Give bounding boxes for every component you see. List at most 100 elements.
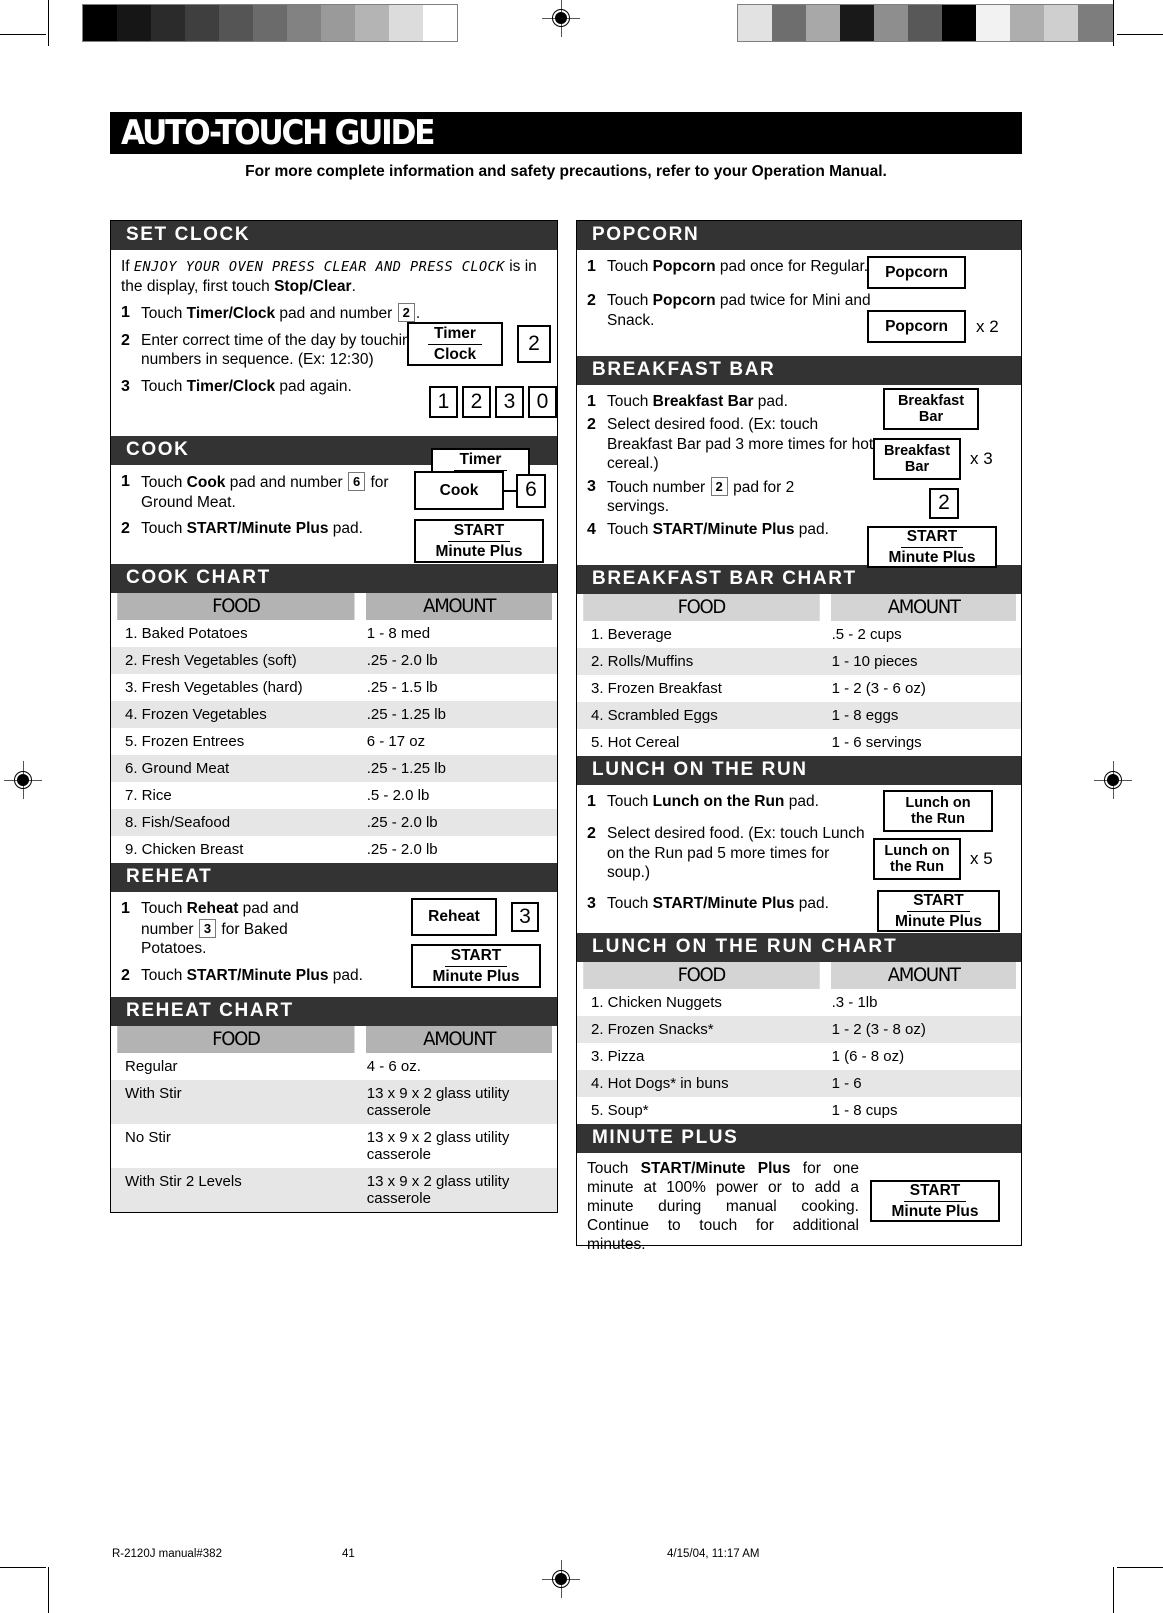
cell-food: No Stir: [125, 1129, 171, 1146]
cell-amount: 4 - 6 oz.: [366, 1058, 421, 1075]
pad-number-2[interactable]: 2: [517, 325, 551, 363]
step-text: Touch START/Minute Plus pad.: [607, 520, 829, 538]
column-header-amount: AMOUNT: [830, 594, 1017, 621]
page-title: AUTO-TOUCH GUIDE: [121, 113, 435, 153]
step-number: 2: [587, 416, 596, 434]
pad-lunch-on-the-run[interactable]: Lunch on the Run: [873, 838, 961, 880]
pad-start-minute-plus[interactable]: START Minute Plus: [870, 1180, 1000, 1222]
cell-food: 1. Chicken Nuggets: [591, 994, 722, 1011]
cell-amount: 6 - 17 oz: [366, 733, 426, 750]
table-row: With Stir 13 x 9 x 2 glass utility casser…: [111, 1080, 557, 1124]
intro-suffix-b: .: [351, 277, 356, 295]
column-header-amount: AMOUNT: [365, 1026, 553, 1053]
table-row: 5. Hot Cereal 1 - 6 servings: [577, 729, 1021, 756]
cell-food: 1. Beverage: [591, 626, 672, 643]
intro-prefix: If: [121, 258, 134, 275]
step-text: Touch START/Minute Plus pad.: [141, 520, 363, 538]
lunch-chart-body: 1. Chicken Nuggets .3 - 1lb 2. Frozen Snac…: [577, 989, 1021, 1124]
pad-start-minute-plus[interactable]: START Minute Plus: [877, 890, 1000, 932]
pad-number-3[interactable]: 3: [495, 386, 524, 418]
cell-amount: 1 (6 - 8 oz): [831, 1048, 905, 1065]
step-number: 3: [587, 477, 596, 495]
pad-start-minute-plus[interactable]: START Minute Plus: [867, 526, 997, 568]
pad-group-start-minute-plus: START Minute Plus: [877, 890, 1000, 932]
pad-start-minute-plus[interactable]: START Minute Plus: [411, 944, 541, 988]
table-row: 1. Baked Potatoes 1 - 8 med: [111, 620, 557, 647]
pad-number-0[interactable]: 0: [528, 386, 557, 418]
column-header-amount: AMOUNT: [830, 962, 1017, 989]
cell-amount: 1 - 8 eggs: [831, 707, 899, 724]
section-header-breakfast-bar-chart: BREAKFAST BAR CHART: [577, 565, 1021, 594]
table-row: 6. Ground Meat .25 - 1.25 lb: [111, 755, 557, 782]
cell-amount: .25 - 1.25 lb: [366, 760, 446, 777]
cell-amount: 1 - 2 (3 - 6 oz): [831, 680, 926, 697]
step-number: 2: [587, 292, 596, 310]
footer-filename: R-2120J manual#382: [112, 1548, 222, 1560]
pad-number-6[interactable]: 6: [516, 473, 546, 508]
step-text: Select desired food. (Ex: touch Breakfas…: [607, 416, 874, 473]
lcd-display-text: ENJOY YOUR OVEN PRESS CLEAR AND PRESS CL…: [133, 259, 505, 275]
pad-reheat[interactable]: Reheat: [411, 898, 497, 936]
breakfast-bar-chart-table: FOOD AMOUNT 1. Beverage .5 - 2 cups 2. Rol…: [577, 594, 1021, 756]
pad-number-2[interactable]: 2: [462, 386, 491, 418]
section-header-reheat: REHEAT: [111, 863, 557, 892]
pad-number-2[interactable]: 2: [929, 488, 959, 519]
step-number: 1: [121, 900, 130, 917]
step-text: Touch Timer/Clock pad again.: [141, 377, 352, 395]
step-number: 1: [587, 793, 596, 810]
step-number: 3: [587, 894, 596, 912]
table-row: 2. Rolls/Muffins 1 - 10 pieces: [577, 648, 1021, 675]
number-key-3: 3: [198, 918, 217, 938]
reheat-chart-table: FOOD AMOUNT Regular 4 - 6 oz. With Stir 13 …: [111, 1026, 557, 1212]
table-row: 8. Fish/Seafood .25 - 2.0 lb: [111, 809, 557, 836]
table-row: 4. Frozen Vegetables .25 - 1.25 lb: [111, 701, 557, 728]
cell-amount: 1 - 8 cups: [831, 1102, 898, 1119]
cell-food: 1. Baked Potatoes: [125, 625, 248, 642]
pad-breakfast-bar[interactable]: Breakfast Bar: [883, 388, 979, 430]
table-row: 2. Fresh Vegetables (soft) .25 - 2.0 lb: [111, 647, 557, 674]
pad-start-minute-plus[interactable]: START Minute Plus: [414, 519, 544, 563]
pad-popcorn[interactable]: Popcorn: [867, 310, 966, 343]
table-header-row: FOOD AMOUNT: [577, 962, 1021, 989]
footer-page-number: 41: [342, 1548, 355, 1560]
table-row: 9. Chicken Breast .25 - 2.0 lb: [111, 836, 557, 863]
cell-amount: 1 - 2 (3 - 8 oz): [831, 1021, 926, 1038]
pad-group-lunch-2: Lunch on the Run x 5: [873, 838, 993, 880]
minute-plus-description: Touch START/Minute Plus for one minute a…: [587, 1160, 860, 1253]
pad-timer-clock[interactable]: Timer Clock: [407, 322, 503, 366]
table-header-row: FOOD AMOUNT: [577, 594, 1021, 621]
pad-lunch-on-the-run[interactable]: Lunch on the Run: [883, 790, 993, 832]
step-text: Touch START/Minute Plus pad.: [141, 966, 363, 984]
section-header-popcorn: POPCORN: [577, 221, 1021, 250]
cell-food: 5. Frozen Entrees: [125, 733, 245, 750]
cell-amount: .25 - 1.5 lb: [366, 679, 438, 696]
pad-group-breakfast-bar-1: Breakfast Bar: [883, 388, 979, 430]
page-subtitle: For more complete information and safety…: [245, 163, 887, 180]
cell-amount: 1 - 6: [831, 1075, 862, 1092]
cell-food: With Stir: [125, 1085, 182, 1102]
cell-food: 5. Hot Cereal: [591, 734, 680, 751]
pad-group-minute-plus: START Minute Plus: [870, 1180, 1000, 1222]
pad-popcorn[interactable]: Popcorn: [867, 256, 966, 289]
section-body-cook: 1 Touch Cook pad and number 6 for Ground…: [111, 465, 557, 564]
column-header-food: FOOD: [583, 594, 820, 621]
pad-number-3[interactable]: 3: [511, 902, 539, 932]
cell-amount: .5 - 2.0 lb: [366, 787, 430, 804]
cell-food: 2. Fresh Vegetables (soft): [125, 652, 297, 669]
cell-food: 3. Fresh Vegetables (hard): [125, 679, 303, 696]
pad-group-breakfast-bar-number: 2: [929, 488, 959, 519]
right-column: POPCORN 1 Touch Popcorn pad once for Reg…: [576, 220, 1022, 1253]
cell-food: With Stir 2 Levels: [125, 1173, 242, 1190]
table-row: 3. Pizza 1 (6 - 8 oz): [577, 1043, 1021, 1070]
step-number: 1: [121, 304, 130, 322]
pad-breakfast-bar[interactable]: Breakfast Bar: [873, 438, 961, 480]
pad-number-1[interactable]: 1: [429, 386, 458, 418]
step-set-clock-1: 1 Touch Timer/Clock pad and number 2.: [121, 303, 547, 324]
step-number: 2: [121, 331, 130, 349]
step-number: 2: [121, 520, 130, 538]
table-header-row: FOOD AMOUNT: [111, 1026, 557, 1053]
cell-food: 9. Chicken Breast: [125, 841, 244, 858]
pad-cook[interactable]: Cook: [414, 471, 504, 510]
breakfast-bar-chart-body: 1. Beverage .5 - 2 cups 2. Rolls/Muffins 1 …: [577, 621, 1021, 756]
number-key-6: 6: [347, 472, 366, 491]
